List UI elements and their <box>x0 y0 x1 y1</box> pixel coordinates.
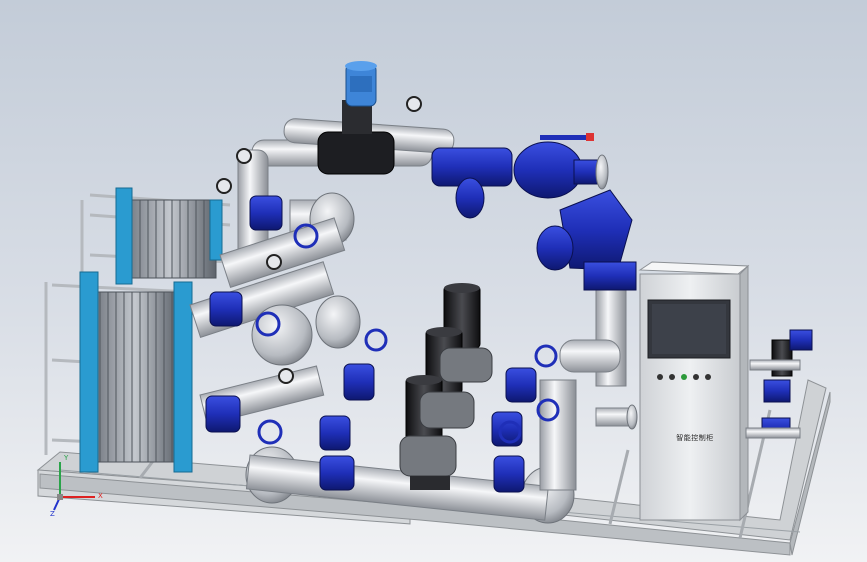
heat-exchanger-unit-model <box>36 61 831 556</box>
control-cabinet <box>638 261 750 522</box>
y-strainer-and-ball-valve <box>431 133 637 291</box>
circulation-pumps <box>399 283 493 490</box>
plate-heat-exchanger-upper <box>80 187 231 300</box>
electric-control-valve <box>317 61 395 175</box>
control-cabinet-label: 智能控制柜 <box>676 434 714 442</box>
axis-label-z: Z <box>50 510 55 518</box>
plate-heat-exchanger-lower <box>44 271 193 473</box>
coordinate-triad: Y X Z <box>50 452 110 522</box>
axis-label-y: Y <box>64 454 69 462</box>
axis-label-x: X <box>98 492 103 500</box>
cad-viewport: 智能控制柜 Y X Z <box>0 0 867 562</box>
